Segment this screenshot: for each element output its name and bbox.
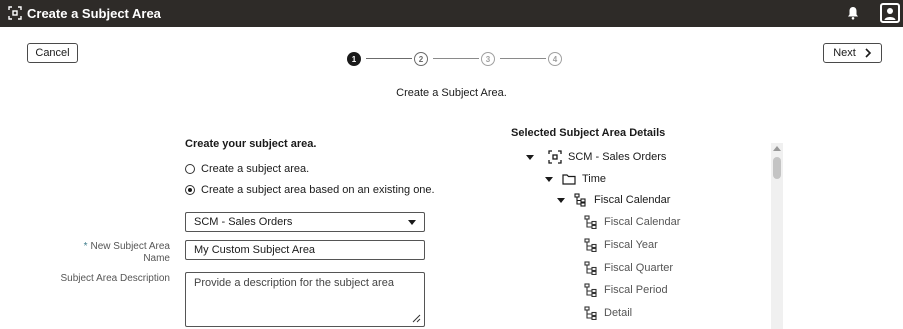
required-indicator: * (83, 241, 88, 252)
step-connector (366, 58, 412, 59)
name-field-label: * New Subject Area Name (60, 241, 170, 265)
user-avatar-icon[interactable] (880, 3, 900, 23)
tree-node-root[interactable]: SCM - Sales Orders (526, 150, 666, 164)
textarea-placeholder: Provide a description for the subject ar… (194, 277, 394, 289)
window-title: Create a Subject Area (27, 6, 161, 21)
radio-label: Create a subject area based on an existi… (201, 184, 435, 196)
folder-icon (562, 174, 576, 185)
level-icon (584, 261, 597, 275)
subject-area-icon (548, 150, 562, 164)
cancel-button[interactable]: Cancel (27, 43, 78, 63)
tree-node-label: Fiscal Calendar (594, 194, 671, 206)
tree-node-label: Fiscal Quarter (604, 262, 674, 274)
title-bar: Create a Subject Area (0, 0, 903, 27)
form-heading: Create your subject area. (185, 138, 317, 150)
level-icon (584, 215, 597, 229)
hierarchy-icon (574, 193, 586, 207)
caret-down-icon (408, 219, 416, 225)
step-connector (500, 58, 546, 59)
tree-node-label: SCM - Sales Orders (568, 151, 667, 163)
expand-icon[interactable] (545, 176, 553, 182)
base-subject-area-select[interactable]: SCM - Sales Orders (185, 212, 425, 232)
radio-create-new[interactable]: Create a subject area. (185, 163, 309, 175)
radio-create-from-existing[interactable]: Create a subject area based on an existi… (185, 184, 435, 196)
step-connector (433, 58, 479, 59)
subject-area-name-input[interactable]: My Custom Subject Area (185, 240, 425, 260)
step-4[interactable]: 4 (548, 52, 562, 66)
scroll-thumb[interactable] (773, 157, 781, 179)
step-2[interactable]: 2 (414, 52, 428, 66)
step-3[interactable]: 3 (481, 52, 495, 66)
tree-node-label: Detail (604, 307, 633, 319)
level-icon (584, 283, 597, 297)
page-subtitle: Create a Subject Area. (396, 87, 507, 99)
tree-scrollbar[interactable] (771, 143, 783, 329)
tree-node-label: Fiscal Period (604, 284, 668, 296)
radio-button-selected[interactable] (185, 185, 195, 195)
tree-node-level[interactable]: Fiscal Year (584, 238, 658, 252)
tree-node-label: Fiscal Calendar (604, 216, 681, 228)
tree-node-label: Fiscal Year (604, 239, 658, 251)
expand-icon[interactable] (557, 197, 565, 203)
level-icon (584, 306, 597, 320)
radio-label: Create a subject area. (201, 163, 310, 175)
dataset-icon (8, 6, 22, 20)
details-heading: Selected Subject Area Details (511, 127, 666, 139)
tree-node-folder[interactable]: Time (545, 172, 606, 186)
tree-node-level[interactable]: Fiscal Calendar (584, 215, 680, 229)
bell-icon[interactable] (846, 5, 860, 21)
input-value: My Custom Subject Area (194, 244, 316, 256)
tree-node-hierarchy[interactable]: Fiscal Calendar (557, 193, 670, 207)
scroll-up-icon[interactable] (773, 146, 781, 151)
step-1[interactable]: 1 (347, 52, 361, 66)
next-button[interactable]: Next (823, 43, 882, 63)
tree-node-level[interactable]: Fiscal Period (584, 283, 668, 297)
next-button-label: Next (833, 47, 856, 59)
tree-node-level[interactable]: Fiscal Quarter (584, 261, 673, 275)
tree-node-label: Time (582, 173, 607, 185)
description-field-label: Subject Area Description (60, 273, 170, 284)
level-icon (584, 238, 597, 252)
name-label-text: New Subject Area Name (90, 241, 171, 264)
expand-icon[interactable] (526, 154, 534, 160)
select-value: SCM - Sales Orders (194, 216, 293, 228)
subject-area-description-textarea[interactable]: Provide a description for the subject ar… (185, 272, 425, 327)
resize-grip-icon[interactable] (412, 314, 421, 323)
tree-node-level[interactable]: Detail (584, 306, 632, 320)
chevron-right-icon (865, 48, 871, 58)
radio-button[interactable] (185, 164, 195, 174)
